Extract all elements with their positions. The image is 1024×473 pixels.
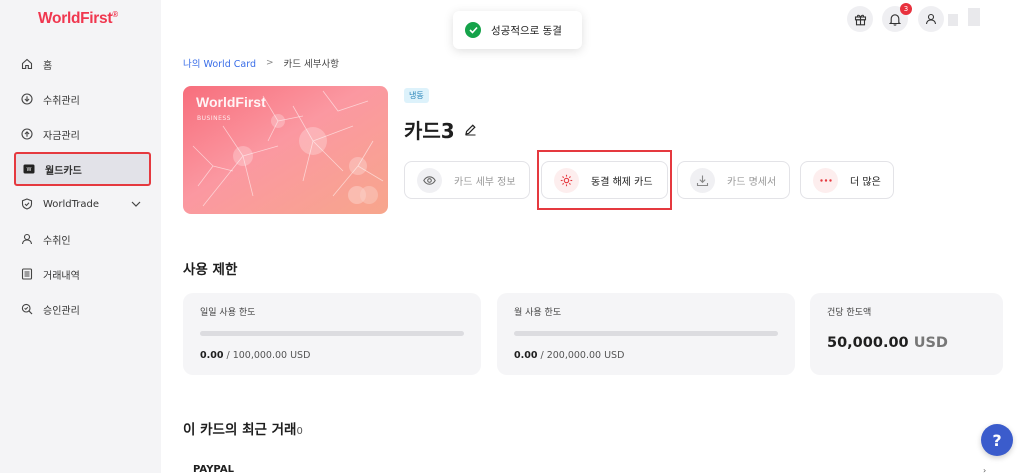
more-dots-icon <box>813 167 838 193</box>
card-network-logo <box>348 186 378 204</box>
sidebar-item-label: 거래내역 <box>43 270 80 282</box>
per-transaction-limit-amount: 50,000.00 USD <box>827 335 948 351</box>
usage-limits-title: 사용 제한 <box>183 262 238 278</box>
card-details-label: 카드 세부 정보 <box>454 176 516 188</box>
card-subtitle: BUSINESS <box>197 115 231 122</box>
check-circle-icon <box>465 22 481 38</box>
gift-button[interactable] <box>847 6 873 32</box>
breadcrumb: 나의 World Card > 카드 세부사항 <box>183 56 339 70</box>
search-approve-icon <box>20 302 34 316</box>
daily-limit-amount: 0.00 / 100,000.00 USD <box>200 350 311 361</box>
profile-button[interactable] <box>918 6 944 32</box>
sidebar-item-label: 수취인 <box>43 235 71 247</box>
card-brand-logo: WorldFirst <box>196 94 266 110</box>
notification-badge: 3 <box>900 3 912 15</box>
account-placeholder-block <box>968 8 980 26</box>
download-icon <box>690 167 715 193</box>
monthly-limit-amount: 0.00 / 200,000.00 USD <box>514 350 625 361</box>
card-image: WorldFirst BUSINESS <box>183 86 388 214</box>
sidebar-item-approvals[interactable]: 승인관리 <box>14 293 151 325</box>
edit-icon[interactable] <box>464 123 477 136</box>
worldfirst-logo[interactable]: WorldFirst® <box>38 10 118 28</box>
more-actions-button[interactable]: 더 많은 <box>800 161 894 199</box>
bell-icon <box>889 13 901 26</box>
person-icon <box>20 232 34 246</box>
account-placeholder-block <box>948 14 958 26</box>
unfreeze-highlight-box <box>537 150 672 210</box>
monthly-limit-progress-bar <box>514 331 778 336</box>
home-icon <box>20 57 34 71</box>
card-details-button[interactable]: 카드 세부 정보 <box>404 161 530 199</box>
daily-limit-progress-bar <box>200 331 464 336</box>
download-circle-icon <box>20 92 34 106</box>
sidebar-item-label: 홈 <box>43 60 53 72</box>
card-name: 카드3 <box>404 119 455 143</box>
shield-icon <box>20 197 34 211</box>
transactions-count: 0 <box>296 426 303 437</box>
per-transaction-limit-label: 건당 한도액 <box>827 308 872 318</box>
daily-limit-card: 일일 사용 한도 0.00 / 100,000.00 USD <box>183 293 481 375</box>
gift-icon <box>854 13 867 26</box>
toast-message: 성공적으로 동결 <box>491 24 562 37</box>
status-badge: 냉동 <box>404 88 429 103</box>
notifications-button[interactable]: 3 <box>882 3 912 32</box>
list-icon <box>20 267 34 281</box>
upload-circle-icon <box>20 127 34 141</box>
sidebar: WorldFirst® 홈 수취관리 자금관리 W 월드카드 WorldTrad… <box>0 0 161 473</box>
sidebar-item-label: WorldTrade <box>43 198 100 210</box>
transaction-merchant: PAYPAL <box>193 464 234 473</box>
sidebar-item-label: 월드카드 <box>45 165 82 177</box>
sidebar-item-label: 승인관리 <box>43 305 80 317</box>
chevron-icon: › <box>983 466 987 473</box>
svg-text:W: W <box>27 167 32 173</box>
breadcrumb-separator: > <box>265 58 274 68</box>
sidebar-item-payees[interactable]: 수취인 <box>14 223 151 255</box>
per-transaction-limit-card: 건당 한도액 50,000.00 USD <box>810 293 1003 375</box>
card-title: 카드3 <box>404 115 477 144</box>
sidebar-item-funds[interactable]: 자금관리 <box>14 118 151 150</box>
help-button[interactable]: ? <box>981 424 1013 456</box>
chevron-down-icon[interactable] <box>131 199 141 210</box>
sidebar-item-worldtrade[interactable]: WorldTrade <box>14 188 151 220</box>
eye-icon <box>417 167 442 193</box>
more-actions-label: 더 많은 <box>850 176 881 188</box>
sidebar-item-home[interactable]: 홈 <box>14 48 151 80</box>
success-toast: 성공적으로 동결 <box>453 11 582 49</box>
sidebar-item-transactions[interactable]: 거래내역 <box>14 258 151 290</box>
sidebar-item-label: 수취관리 <box>43 95 80 107</box>
card-statement-button[interactable]: 카드 명세서 <box>677 161 790 199</box>
card-statement-label: 카드 명세서 <box>727 176 777 188</box>
monthly-limit-label: 월 사용 한도 <box>514 308 562 318</box>
user-icon <box>925 13 937 25</box>
sidebar-item-label: 자금관리 <box>43 130 80 142</box>
card-icon: W <box>22 162 36 176</box>
sidebar-item-world-card[interactable]: W 월드카드 <box>14 152 151 186</box>
sidebar-item-receive[interactable]: 수취관리 <box>14 83 151 115</box>
breadcrumb-my-world-card[interactable]: 나의 World Card <box>183 56 256 70</box>
breadcrumb-current: 카드 세부사항 <box>283 59 339 70</box>
monthly-limit-card: 월 사용 한도 0.00 / 200,000.00 USD <box>497 293 795 375</box>
daily-limit-label: 일일 사용 한도 <box>200 308 256 318</box>
recent-transactions-title: 이 카드의 최근 거래0 <box>183 422 303 438</box>
